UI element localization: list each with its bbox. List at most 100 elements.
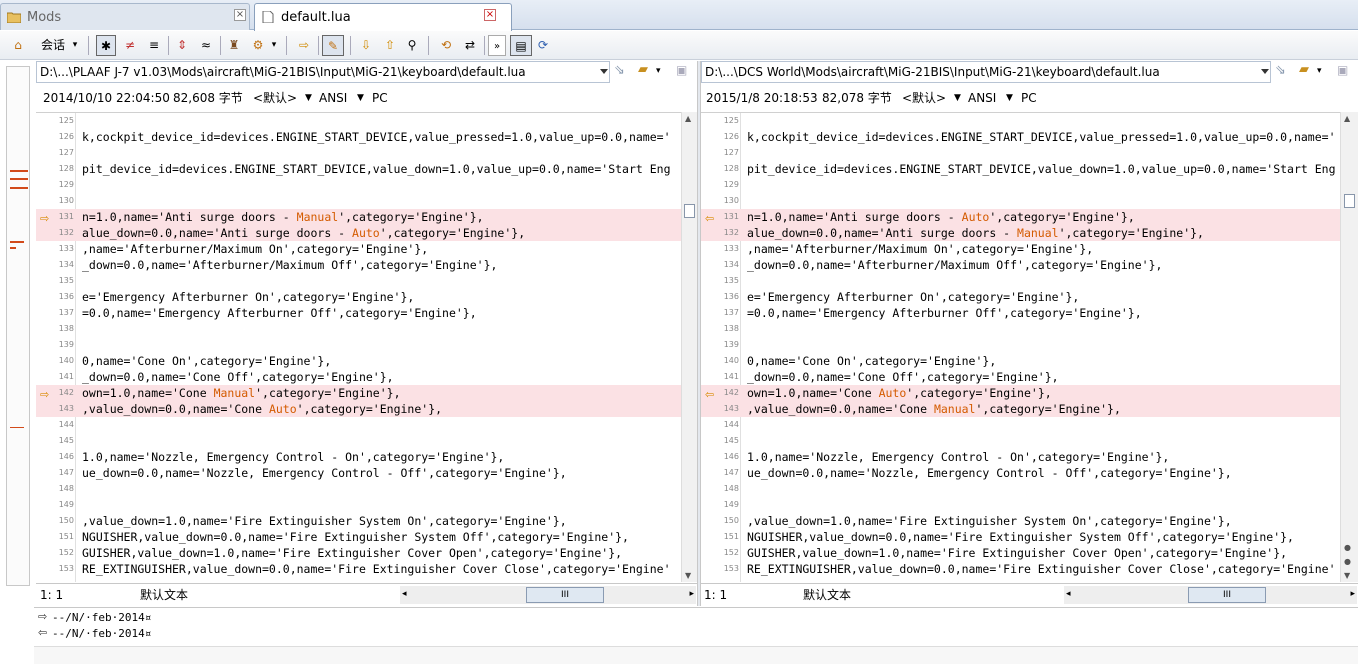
code-line[interactable]: 144 — [701, 417, 1340, 433]
nav-icon[interactable]: » — [488, 35, 506, 56]
scroll-thumb[interactable] — [684, 204, 695, 218]
format-icon[interactable]: ⚙ — [248, 35, 268, 56]
code-line[interactable]: 133 ,name='Afterburner/Maximum On',catego… — [36, 241, 681, 257]
right-editor[interactable]: 125 126 k,cockpit_device_id=devices.ENGINE… — [701, 112, 1340, 582]
close-icon[interactable]: × — [484, 9, 496, 21]
code-line[interactable]: 129 — [36, 177, 681, 193]
scroll-left-icon[interactable]: ◂ — [402, 583, 407, 605]
scroll-thumb[interactable] — [1344, 194, 1355, 208]
sync-icon[interactable]: ⇄ — [460, 35, 480, 56]
chevron-down-icon[interactable]: ▼ — [1006, 89, 1013, 107]
code-line[interactable]: 145 — [36, 433, 681, 449]
right-encoding-select[interactable]: ANSI — [968, 89, 996, 107]
code-line[interactable]: ⇦ 131 n=1.0,name='Anti surge doors - Auto'… — [701, 209, 1340, 225]
code-line[interactable]: 137 =0.0,name='Emergency Afterburner Off'… — [701, 305, 1340, 321]
context-icon[interactable]: ⇕ — [172, 35, 192, 56]
right-vertical-scrollbar[interactable]: ▲ ● ● ▼ — [1340, 112, 1358, 582]
code-line[interactable]: 126 k,cockpit_device_id=devices.ENGINE_ST… — [36, 129, 681, 145]
chevron-down-icon[interactable]: ▼ — [954, 89, 961, 107]
reload-icon[interactable]: ⇘ — [614, 63, 625, 78]
show-same-icon[interactable]: ≡ — [144, 35, 164, 56]
code-line[interactable]: 147 ue_down=0.0,name='Nozzle, Emergency C… — [36, 465, 681, 481]
find-icon[interactable]: ⚲ — [402, 35, 422, 56]
code-line[interactable]: 144 — [36, 417, 681, 433]
code-line[interactable]: 151 NGUISHER,value_down=0.0,name='Fire Ex… — [36, 529, 681, 545]
code-line[interactable]: 148 — [701, 481, 1340, 497]
scroll-right-icon[interactable]: ▸ — [689, 583, 694, 605]
left-horizontal-scrollbar[interactable]: ◂ III ▸ — [400, 586, 696, 604]
code-line[interactable]: 125 — [36, 113, 681, 129]
code-line[interactable]: 143 ,value_down=0.0,name='Cone Auto',cate… — [36, 401, 681, 417]
compare-scrollbar[interactable] — [34, 646, 1358, 664]
save-icon[interactable]: ▣ — [676, 63, 687, 77]
chevron-down-icon[interactable] — [600, 69, 608, 74]
code-line[interactable]: 133 ,name='Afterburner/Maximum On',catego… — [701, 241, 1340, 257]
code-line[interactable]: 135 — [701, 273, 1340, 289]
code-line[interactable]: 149 — [701, 497, 1340, 513]
left-encoding-select[interactable]: ANSI — [319, 89, 347, 107]
right-lineend-label[interactable]: PC — [1021, 89, 1037, 107]
open-folder-icon[interactable]: ▰ — [1299, 62, 1309, 77]
swap-icon[interactable]: ⟲ — [436, 35, 456, 56]
code-line[interactable]: 132 alue_down=0.0,name='Anti surge doors … — [36, 225, 681, 241]
code-line[interactable]: 130 — [36, 193, 681, 209]
code-line[interactable]: 146 1.0,name='Nozzle, Emergency Control -… — [701, 449, 1340, 465]
scroll-next-page-icon[interactable]: ● — [1344, 557, 1351, 566]
code-line[interactable]: 137 =0.0,name='Emergency Afterburner Off'… — [36, 305, 681, 321]
code-line[interactable]: 135 — [36, 273, 681, 289]
columns-icon[interactable]: ▤ — [510, 35, 532, 56]
code-line[interactable]: 125 — [701, 113, 1340, 129]
next-diff-icon[interactable]: ⇨ — [294, 35, 314, 56]
chevron-down-icon[interactable]: ▾ — [656, 66, 661, 76]
code-line[interactable]: 153 RE_EXTINGUISHER,value_down=0.0,name='… — [701, 561, 1340, 577]
code-line[interactable]: 150 ,value_down=1.0,name='Fire Extinguish… — [701, 513, 1340, 529]
scroll-up-icon[interactable]: ▲ — [685, 114, 691, 123]
code-line[interactable]: 138 — [701, 321, 1340, 337]
show-all-icon[interactable]: ✱ — [96, 35, 116, 56]
code-line[interactable]: ⇨ 131 n=1.0,name='Anti surge doors - Manua… — [36, 209, 681, 225]
chevron-down-icon[interactable] — [1261, 69, 1269, 74]
code-line[interactable]: 139 — [36, 337, 681, 353]
code-line[interactable]: 145 — [701, 433, 1340, 449]
code-line[interactable]: 128 pit_device_id=devices.ENGINE_START_DE… — [701, 161, 1340, 177]
code-line[interactable]: 153 RE_EXTINGUISHER,value_down=0.0,name='… — [36, 561, 681, 577]
code-line[interactable]: 151 NGUISHER,value_down=0.0,name='Fire Ex… — [701, 529, 1340, 545]
diff-overview[interactable] — [6, 66, 30, 586]
rules-icon[interactable]: ♜ — [224, 35, 244, 56]
open-folder-icon[interactable]: ▰ — [638, 62, 648, 77]
line-compare-panel[interactable]: ⇨ --/N/·feb·2014¤ ⇦ --/N/·feb·2014¤ — [34, 607, 1358, 664]
code-line[interactable]: 140 0,name='Cone On',category='Engine'}, — [36, 353, 681, 369]
close-icon[interactable]: × — [234, 9, 246, 21]
chevron-down-icon[interactable]: ▼ — [305, 89, 312, 107]
code-line[interactable]: 127 — [701, 145, 1340, 161]
chevron-down-icon[interactable]: ▾ — [70, 35, 80, 56]
code-line[interactable]: 134 _down=0.0,name='Afterburner/Maximum O… — [36, 257, 681, 273]
code-line[interactable]: 149 — [36, 497, 681, 513]
code-line[interactable]: 147 ue_down=0.0,name='Nozzle, Emergency C… — [701, 465, 1340, 481]
left-editor[interactable]: 125 126 k,cockpit_device_id=devices.ENGINE… — [36, 112, 681, 582]
session-menu-button[interactable]: 会话 — [38, 35, 68, 56]
code-line[interactable]: 140 0,name='Cone On',category='Engine'}, — [701, 353, 1340, 369]
code-line[interactable]: 138 — [36, 321, 681, 337]
code-line[interactable]: 130 — [701, 193, 1340, 209]
scroll-left-icon[interactable]: ◂ — [1066, 583, 1071, 605]
scroll-up-icon[interactable]: ▲ — [1344, 114, 1350, 123]
chevron-down-icon[interactable]: ▾ — [268, 35, 280, 56]
right-path-field[interactable]: D:\...\DCS World\Mods\aircraft\MiG-21BIS… — [701, 61, 1271, 83]
edit-icon[interactable]: ✎ — [322, 35, 344, 56]
code-line[interactable]: 152 GUISHER,value_down=1.0,name='Fire Ext… — [36, 545, 681, 561]
code-line[interactable]: 136 e='Emergency Afterburner On',category… — [701, 289, 1340, 305]
right-format-select[interactable]: <默认> — [902, 89, 946, 107]
scroll-down-icon[interactable]: ▼ — [685, 571, 691, 580]
scroll-prev-page-icon[interactable]: ● — [1344, 543, 1351, 552]
scroll-down-icon[interactable]: ▼ — [1344, 571, 1350, 580]
save-icon[interactable]: ▣ — [1337, 63, 1348, 77]
code-line[interactable]: 143 ,value_down=0.0,name='Cone Manual',ca… — [701, 401, 1340, 417]
right-horizontal-scrollbar[interactable]: ◂ III ▸ — [1064, 586, 1357, 604]
tab-mods[interactable]: Mods × — [0, 3, 250, 30]
code-line[interactable]: 127 — [36, 145, 681, 161]
home-icon[interactable]: ⌂ — [8, 35, 28, 56]
left-vertical-scrollbar[interactable]: ▲ ▼ — [681, 112, 697, 582]
scroll-thumb[interactable]: III — [526, 587, 604, 603]
left-lineend-label[interactable]: PC — [372, 89, 388, 107]
